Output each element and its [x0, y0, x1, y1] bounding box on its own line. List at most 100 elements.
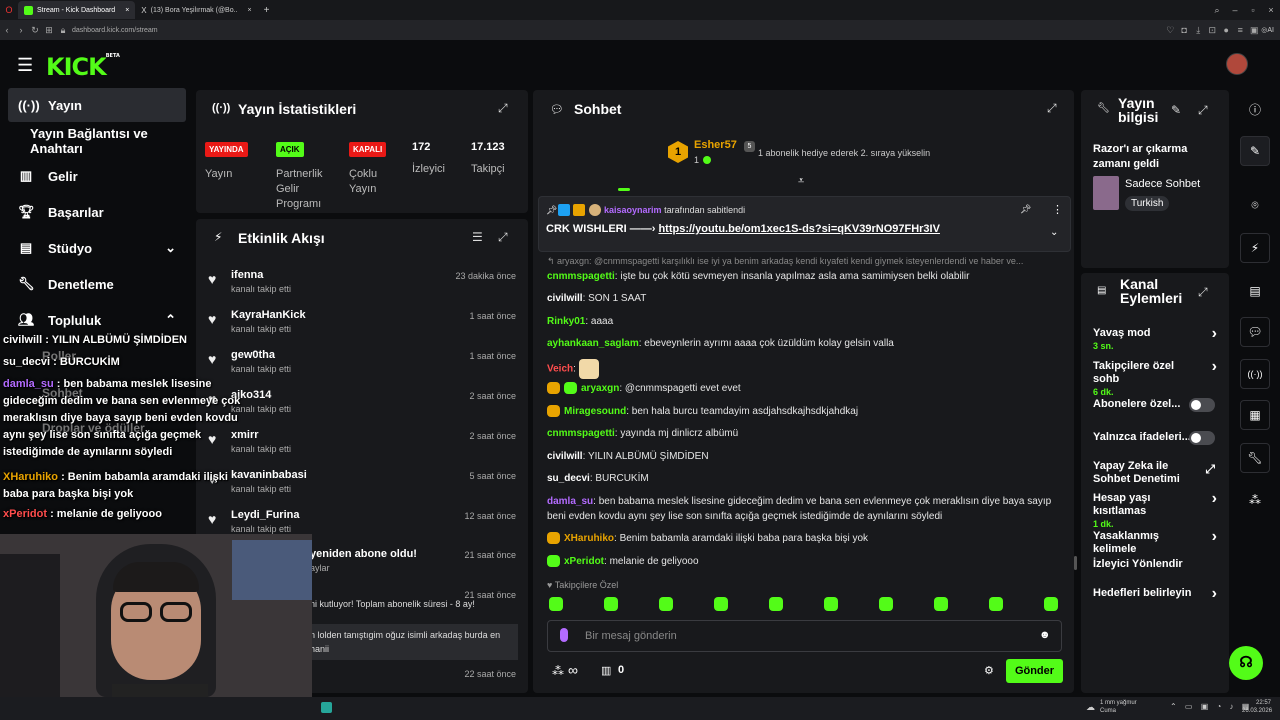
edit-icon[interactable]: ✎ [1240, 136, 1270, 166]
chat-username[interactable]: ayhankaan_saglam [547, 338, 639, 349]
sidebar-item-denetleme[interactable]: 🔧︎ Denetleme [8, 267, 186, 301]
chat-username[interactable]: civilwill [547, 293, 583, 304]
chat-username[interactable]: Veich [547, 364, 573, 375]
back-icon[interactable]: ‹ [0, 25, 14, 35]
maximize-icon[interactable]: ▫ [1244, 5, 1262, 15]
clock-time[interactable]: 22:57 [1256, 700, 1271, 706]
close-icon[interactable]: × [125, 7, 129, 14]
search-icon[interactable]: ⌕ [1208, 5, 1226, 16]
scroll-down-icon[interactable]: ⩡ [798, 175, 804, 188]
emote-icon[interactable] [934, 597, 948, 611]
tray-icons[interactable]: ⌃ ▭ ▣ ◔ ♪ ▦ [1170, 702, 1252, 711]
chat-input[interactable]: Bir mesaj gönderin [585, 630, 677, 642]
chat-message[interactable]: ayhankaan_saglam: ebeveynlerin ayrımı aa… [547, 336, 1067, 351]
popout-icon[interactable]: ⤢ [1198, 103, 1208, 118]
profile-icon[interactable]: ● [1219, 25, 1233, 35]
chat-username[interactable]: cnmmspagetti [547, 428, 615, 439]
url-field[interactable]: dashboard.kick.com/stream [72, 27, 158, 34]
sidebar-item-yayin[interactable]: ((·)) Yayın [8, 88, 186, 122]
settings-icon[interactable]: ⊞ [42, 25, 56, 36]
channel-action-item[interactable]: Yasaklanmış kelimele › [1093, 529, 1223, 556]
camera-icon[interactable]: ◘ [1177, 25, 1191, 35]
send-button[interactable]: Gönder [1006, 659, 1063, 683]
forward-icon[interactable]: › [14, 25, 28, 35]
pinned-link[interactable]: https://youtu.be/om1xec1S-ds?si=qKV39rNO… [658, 223, 940, 235]
bolt-icon[interactable]: ⚡︎ [1240, 233, 1270, 263]
browser-tab-x[interactable]: X (13) Bora Yeşilırmak (@Bo.. × [135, 1, 257, 19]
chat-username[interactable]: cnmmspagetti [547, 271, 615, 282]
popout-icon[interactable]: ⤢ [498, 101, 508, 116]
emote-icon[interactable] [769, 597, 783, 611]
camera-switch-icon[interactable]: ⌾ [1240, 190, 1270, 220]
wrench-icon[interactable]: 🔧︎ [1240, 443, 1270, 473]
more-options-icon[interactable]: ⋮ [1052, 203, 1063, 216]
chat-message[interactable]: aryaxgn: @cnmmspagetti evet evet [547, 381, 1067, 396]
activity-item[interactable]: ♥ gew0tha kanalı takip etti 1 saat önce [204, 349, 520, 389]
gear-icon[interactable]: ⚙︎ [984, 664, 994, 677]
chat-username[interactable]: aryaxgn [581, 383, 619, 394]
activity-item[interactable]: ♥ KayraHanKick kanalı takip etti 1 saat önc… [204, 309, 520, 349]
emote-icon[interactable] [989, 597, 1003, 611]
activity-item[interactable]: ♥ aiko314 kanalı takip etti 2 saat önce [204, 389, 520, 429]
chat-username[interactable]: Rinky01 [547, 316, 585, 327]
channel-action-item[interactable]: Hesap yaşı kısıtlamas 1 dk. › [1093, 491, 1223, 531]
toggle-switch[interactable] [1189, 398, 1215, 412]
support-button[interactable]: ☊ [1229, 646, 1263, 680]
chat-message[interactable]: Veich: [547, 359, 1067, 379]
edit-icon[interactable]: ✎ [1171, 103, 1181, 117]
points-icon[interactable]: ⁂ [552, 664, 564, 678]
chat-message[interactable]: su_decvi: BURCUKİM [547, 471, 1067, 486]
box-icon[interactable]: ▣ [1247, 25, 1261, 36]
ai-icon[interactable]: ◎AI [1261, 26, 1274, 34]
channel-action-item[interactable]: Takipçilere özel sohb 6 dk. › [1093, 359, 1223, 399]
clock-date[interactable]: 26.03.2026 [1242, 708, 1272, 714]
reply-preview[interactable]: ↰ aryaxgn: @cnmmspagetti karşılıklı ise … [547, 256, 1062, 267]
chat-username[interactable]: XHaruhiko [564, 533, 614, 544]
sidebar-item-studyo[interactable]: ▤ Stüdyo ⌄ [8, 231, 186, 265]
chat-message[interactable]: cnmmspagetti: işte bu çok kötü sevmeyen … [547, 269, 1067, 284]
reload-icon[interactable]: ↻ [28, 25, 42, 36]
chat-username[interactable]: damla_su [547, 496, 593, 507]
chat-bubble-icon[interactable]: 💬︎ [1240, 317, 1270, 347]
avatar[interactable] [1226, 53, 1248, 75]
close-window-icon[interactable]: × [1262, 5, 1280, 15]
activity-item[interactable]: n lolden tanıştıgim oğuz isimli arkadaş … [310, 624, 518, 660]
document-icon[interactable]: ▤ [1240, 276, 1270, 306]
chat-message[interactable]: XHaruhiko: Benim babamla aramdaki ilişki… [547, 531, 1067, 546]
chat-username[interactable]: Miragesound [564, 406, 626, 417]
layout-icon[interactable]: ▦ [1240, 400, 1270, 430]
kick-logo[interactable]: KICKBETA [46, 53, 120, 81]
emote-icon[interactable] [824, 597, 838, 611]
unpin-icon[interactable]: 📌︎ [1020, 204, 1031, 215]
channel-action-item[interactable]: Abonelere özel... [1093, 398, 1223, 412]
channel-action-item[interactable]: Yapay Zeka ile Sohbet Denetimi ⤢ [1093, 460, 1223, 486]
microphone-icon[interactable] [560, 628, 568, 642]
chat-username[interactable]: xPeridot [564, 556, 604, 567]
download-icon[interactable]: ⤓ [1191, 25, 1205, 36]
pinned-user[interactable]: kaisaoynarim [604, 205, 662, 215]
chat-username[interactable]: civilwill [547, 451, 583, 462]
sidebar-item-basarilar[interactable]: 🏆︎ Başarılar [8, 195, 186, 229]
emoji-icon[interactable]: ☻ [1039, 629, 1051, 641]
browser-tab-kick[interactable]: Stream - Kick Dashboard × [18, 1, 136, 19]
emote-icon[interactable] [1044, 597, 1058, 611]
sidebar-item-gelir[interactable]: ▥ Gelir [8, 159, 186, 193]
gift-box-icon[interactable]: ▥ [601, 664, 611, 677]
gifter-name[interactable]: Esher57 [694, 139, 737, 151]
extensions-icon[interactable]: ⊡ [1205, 25, 1219, 36]
popout-icon[interactable]: ⤢ [1047, 101, 1057, 116]
apps-icon[interactable]: ⁂ [1240, 485, 1270, 515]
emote-icon[interactable] [879, 597, 893, 611]
sidebar-item-baglanti[interactable]: Yayın Bağlantısı ve Anahtarı [8, 124, 186, 158]
toggle-switch[interactable] [1189, 431, 1215, 445]
popout-icon[interactable]: ⤢ [1198, 285, 1208, 300]
chat-message[interactable]: civilwill: SON 1 SAAT [547, 291, 1067, 306]
channel-action-item[interactable]: Yavaş mod 3 sn. › [1093, 326, 1223, 353]
filter-icon[interactable]: ☰ [472, 230, 483, 244]
category-name[interactable]: Sadece Sohbet [1125, 178, 1200, 190]
opera-icon[interactable]: O [0, 5, 18, 15]
activity-item[interactable]: ♥ ifenna kanalı takip etti 23 dakika önce [204, 269, 520, 309]
emote-icon[interactable] [549, 597, 563, 611]
chat-scrollbar[interactable] [1074, 556, 1077, 570]
activity-item[interactable]: ♥ xmirr kanalı takip etti 2 saat önce [204, 429, 520, 469]
